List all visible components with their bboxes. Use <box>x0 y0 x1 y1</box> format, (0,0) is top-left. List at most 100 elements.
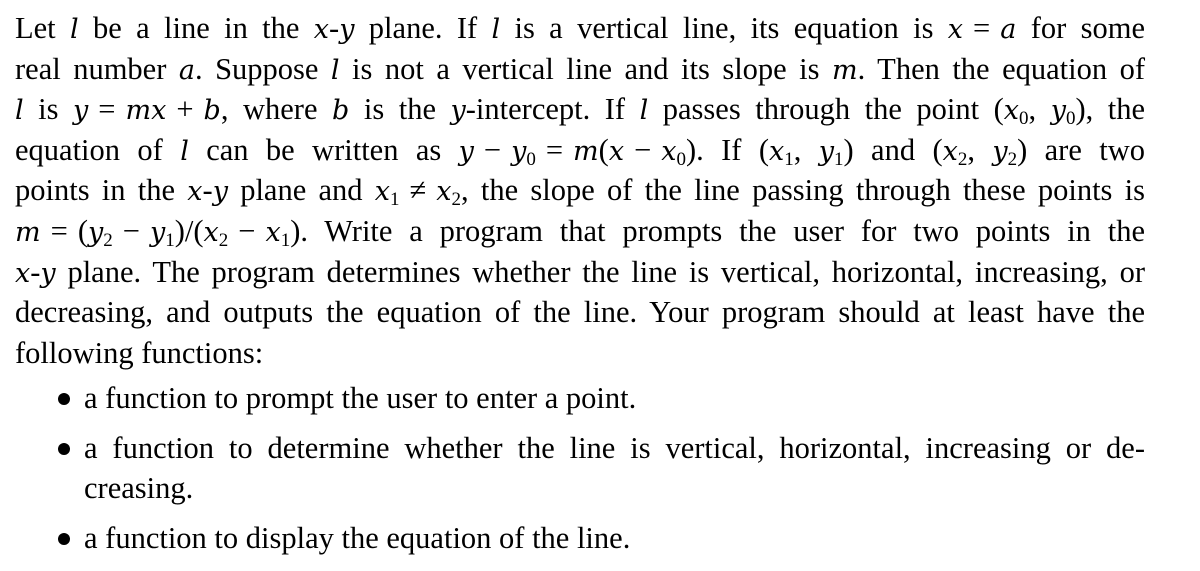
text-run: , where <box>220 92 333 127</box>
math-variable: y1 <box>818 135 844 170</box>
text-run: is a vertical line, its equation is <box>500 11 948 45</box>
text-run: real number <box>15 51 179 86</box>
math-symbol: l <box>491 14 501 45</box>
math-symbol: y <box>73 95 89 127</box>
math-symbol: x <box>947 14 964 45</box>
math-symbol: a <box>178 54 195 86</box>
math-operator: ≠ <box>409 173 427 208</box>
list-item-line: creasing. <box>84 471 194 506</box>
math-subscript: 1 <box>784 148 794 170</box>
math-symbol: l <box>70 14 79 45</box>
math-symbol: x <box>1003 95 1020 127</box>
math-operator: = <box>98 92 116 127</box>
math-symbol: x <box>15 257 31 289</box>
math-variable: y0 <box>511 135 536 170</box>
math-symbol: x <box>436 176 452 208</box>
paragraph-line: l is y = mx + b, where b is the y-intercept.… <box>15 89 1145 130</box>
math-symbol: x <box>374 176 390 208</box>
math-symbol: y <box>212 176 228 208</box>
math-symbol: x <box>313 14 330 45</box>
math-subscript: 2 <box>1007 148 1018 170</box>
text-run: is the <box>349 92 451 127</box>
text-run: passes through the point ( <box>648 92 1004 127</box>
list-item-text: a function to prompt the user to enter a… <box>84 378 1145 419</box>
math-operator: − <box>634 132 652 167</box>
required-functions-list: a function to prompt the user to enter a… <box>15 378 1145 567</box>
math-symbol: y <box>458 135 474 167</box>
paragraph-line: x-y plane. The program determines whethe… <box>15 252 1145 293</box>
math-subscript: 0 <box>1019 108 1029 130</box>
text-run: )/( <box>174 213 204 248</box>
text-run: is <box>23 92 74 127</box>
math-subscript: 1 <box>165 229 175 251</box>
math-operator: = <box>50 213 68 248</box>
math-symbol: x <box>942 135 958 167</box>
math-symbol: y <box>149 216 166 248</box>
text-run: ) and ( <box>843 132 943 167</box>
list-item: a function to determine whether the line… <box>15 428 1145 509</box>
text-run: . Suppose <box>194 51 331 86</box>
math-symbol: b <box>332 95 350 127</box>
math-symbol: m <box>15 216 41 248</box>
text-run: - <box>202 173 213 208</box>
math-variable: m <box>832 55 858 86</box>
paragraph-line: following functions: <box>15 333 1145 374</box>
text-run: decreasing, and outputs the equation of … <box>15 295 1145 330</box>
math-symbol: y <box>450 95 466 127</box>
math-variable: x <box>15 258 30 289</box>
math-subscript: 2 <box>218 229 229 251</box>
math-symbol: x <box>187 176 203 208</box>
math-variable: x0 <box>1003 95 1029 130</box>
text-run: points in the <box>15 173 188 208</box>
math-symbol: y <box>818 135 834 167</box>
math-symbol: x <box>608 135 625 167</box>
math-variable: y2 <box>992 136 1018 170</box>
math-variable: a <box>1000 14 1016 45</box>
math-variable: b <box>332 95 349 126</box>
paragraph-line: points in the x-y plane and x1 ≠ x2, the s… <box>15 170 1145 211</box>
math-variable: m <box>15 217 41 248</box>
text-run: , the slope of the line passing through … <box>460 173 1145 208</box>
text-run: . Then the equation of <box>857 51 1145 86</box>
math-symbol: y <box>40 257 56 289</box>
list-item-text: a function to display the equation of th… <box>84 518 1145 559</box>
math-variable: x2 <box>436 176 461 211</box>
math-symbol: l <box>330 54 340 86</box>
math-symbol: x <box>203 216 219 248</box>
math-symbol: m <box>573 135 599 167</box>
math-variable: y <box>459 136 474 167</box>
text-run: plane. If <box>354 11 492 45</box>
text-run: equation of <box>15 132 181 167</box>
math-symbol: a <box>1000 14 1017 45</box>
math-subscript: 1 <box>834 148 844 170</box>
math-variable: y2 <box>88 217 113 251</box>
math-variable: x1 <box>265 217 290 251</box>
math-variable: l <box>180 136 189 167</box>
text-run: ). If ( <box>686 132 769 167</box>
text-run: - <box>30 254 41 289</box>
problem-statement: Let l be a line in the x-y plane. If l i… <box>15 8 1145 373</box>
text-run: can be written as <box>188 132 459 167</box>
math-variable: l <box>70 14 79 45</box>
text-run: ( <box>598 132 609 167</box>
math-subscript: 2 <box>103 229 113 251</box>
text-run: ( <box>77 213 88 248</box>
math-subscript: 2 <box>451 189 461 211</box>
math-variable: y <box>73 95 88 126</box>
math-symbol: y <box>1050 95 1066 127</box>
text-run: Let <box>15 11 70 45</box>
bullet-icon <box>58 532 70 545</box>
paragraph-line: m = (y2− y1)/(x2− x1). Write a program that … <box>15 211 1145 252</box>
bullet-icon <box>58 442 70 455</box>
text-run: plane and <box>227 173 375 208</box>
text-run: ). Write a program that prompts the user… <box>290 213 1145 248</box>
math-variable: x1 <box>374 176 400 210</box>
text-run: -intercept. If <box>465 92 640 127</box>
text-run: for some <box>1016 11 1145 45</box>
math-symbol: y <box>511 135 527 167</box>
list-item-line: a function to display the equation of th… <box>84 520 631 555</box>
list-item-line: a function to determine whether the line… <box>84 430 1145 465</box>
math-variable: b <box>204 95 221 126</box>
math-variable: l <box>331 55 340 86</box>
math-variable: y0 <box>1050 95 1076 129</box>
